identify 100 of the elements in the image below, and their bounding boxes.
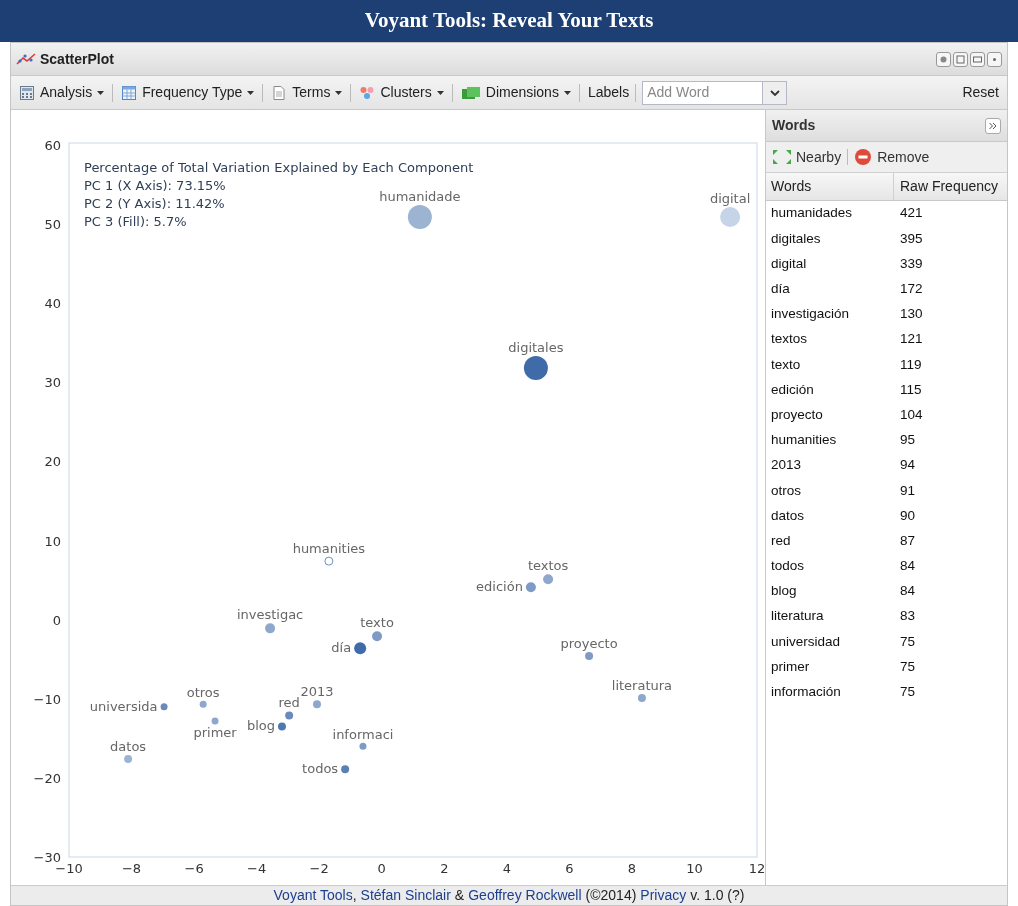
table-cell-text: 121 — [899, 330, 924, 349]
point-label: red — [278, 695, 300, 711]
point-label: digital — [709, 191, 751, 206]
x-tick-label: 8 — [627, 861, 637, 876]
clusters-icon — [359, 84, 376, 101]
y-tick-label: 50 — [44, 217, 61, 233]
table-row[interactable]: blog 84 — [766, 578, 1007, 604]
menu-button[interactable]: Analysis — [19, 82, 105, 103]
table-cell-text: blog — [770, 582, 798, 601]
add-word-combo[interactable]: Add Word — [642, 80, 788, 105]
table-icon — [121, 84, 138, 101]
table-cell-text: 130 — [899, 305, 924, 324]
remove-button[interactable]: Remove — [854, 146, 930, 168]
table-row[interactable]: 2013 94 — [766, 452, 1007, 479]
table-row[interactable]: proyecto 104 — [766, 402, 1007, 428]
table-cell-text: texto — [770, 355, 802, 374]
table-row[interactable]: red 87 — [766, 528, 1007, 554]
point-label: otros — [186, 684, 220, 700]
y-tick-label: −10 — [33, 691, 61, 707]
table-cell-text: 90 — [899, 506, 917, 525]
table-row[interactable]: humanidades 421 — [766, 201, 1007, 227]
point-label: digitales — [508, 340, 564, 356]
y-tick-label: 30 — [44, 375, 61, 391]
table-row[interactable]: día 172 — [766, 276, 1007, 302]
table-cell-text: humanities — [770, 431, 838, 450]
table-cell-text: 339 — [899, 254, 924, 273]
point-label: investigac — [236, 607, 304, 623]
maximize-icon[interactable] — [970, 51, 985, 67]
column-header[interactable]: Raw Frequency — [894, 173, 1007, 200]
document-icon — [271, 84, 288, 101]
table-row[interactable]: información 75 — [766, 679, 1007, 705]
double-chevron-icon — [989, 121, 997, 130]
point-label: humanities — [292, 541, 366, 557]
table-cell-text: investigación — [770, 305, 851, 324]
table-row[interactable]: literatura 83 — [766, 604, 1007, 630]
table-cell-text: digital — [770, 254, 808, 273]
footer-text: v. 1.0 (?) — [690, 886, 745, 905]
point-label: día — [331, 640, 352, 656]
table-cell-text: 119 — [899, 355, 923, 374]
table-row[interactable]: humanities 95 — [766, 427, 1007, 453]
point-label: primer — [193, 725, 237, 741]
table-cell-text: 75 — [899, 632, 917, 651]
point-label: blog — [246, 718, 275, 734]
menu-button[interactable]: Dimensions — [460, 82, 571, 103]
header-title: Voyant Tools: Reveal Your Texts — [364, 7, 654, 35]
table-row[interactable]: digitales 395 — [766, 226, 1007, 252]
point-label: edición — [476, 579, 523, 595]
dimensions-icon — [460, 84, 481, 101]
table-row[interactable]: otros 91 — [766, 478, 1007, 504]
words-panel-title: Words — [772, 116, 816, 135]
table-row[interactable]: digital 339 — [766, 251, 1007, 277]
nearby-button[interactable]: Nearby — [771, 146, 842, 168]
point-label: proyecto — [560, 636, 618, 652]
table-cell-text: 95 — [899, 431, 917, 450]
collapse-button[interactable] — [985, 117, 1001, 134]
point-label: textos — [527, 558, 569, 574]
annotation-text: PC 3 (Fill): 5.7% — [84, 214, 187, 229]
table-cell-text: otros — [770, 481, 802, 500]
footer-text: & — [454, 886, 465, 905]
footer-text: , — [352, 886, 357, 905]
table-row[interactable]: texto 119 — [766, 352, 1007, 378]
add-word-field[interactable]: Add Word — [643, 82, 763, 103]
table-cell-text: 172 — [899, 280, 924, 299]
footer-link[interactable]: Voyant Tools — [273, 885, 353, 906]
chevron-down-icon — [769, 89, 780, 96]
table-cell-text: universidad — [770, 632, 842, 651]
footer-link[interactable]: Stéfan Sinclair — [360, 885, 451, 906]
table-row[interactable]: primer 75 — [766, 654, 1007, 680]
x-tick-label: 0 — [377, 861, 386, 876]
y-tick-label: 10 — [44, 533, 61, 549]
y-tick-label: 20 — [44, 454, 61, 470]
caret-icon — [335, 90, 343, 95]
table-cell-text: humanidades — [770, 204, 854, 223]
remove-icon — [854, 148, 873, 166]
table-cell-text: 2013 — [770, 456, 803, 475]
menu-button[interactable]: Clusters — [359, 82, 444, 103]
table-cell-text: 75 — [899, 683, 917, 702]
x-tick-label: 2 — [440, 861, 449, 876]
x-tick-label: 10 — [686, 861, 703, 876]
table-row[interactable]: textos 121 — [766, 326, 1007, 353]
menu-button[interactable]: Terms — [271, 82, 343, 103]
table-cell-text: 87 — [899, 531, 917, 550]
column-header[interactable]: Words — [766, 173, 894, 200]
toolbar-button[interactable]: Labels — [587, 82, 630, 103]
x-tick-label: −8 — [121, 861, 142, 876]
y-tick-label: 0 — [52, 612, 61, 628]
table-row[interactable]: edición 115 — [766, 377, 1007, 403]
table-cell-text: 395 — [899, 229, 924, 248]
x-tick-label: 6 — [565, 861, 574, 876]
footer-link[interactable]: Privacy — [640, 885, 687, 906]
menu-button[interactable]: Frequency Type — [121, 82, 255, 103]
table-cell-text: 94 — [899, 456, 917, 475]
table-row[interactable]: datos 90 — [766, 503, 1007, 529]
table-row[interactable]: todos 84 — [766, 553, 1007, 579]
dropdown-trigger[interactable] — [762, 81, 787, 104]
table-row[interactable]: investigación 130 — [766, 301, 1007, 327]
footer-link[interactable]: Geoffrey Rockwell — [468, 885, 582, 906]
table-cell-text: 84 — [899, 582, 917, 601]
table-row[interactable]: universidad 75 — [766, 629, 1007, 655]
reset-button[interactable]: Reset — [962, 82, 999, 103]
